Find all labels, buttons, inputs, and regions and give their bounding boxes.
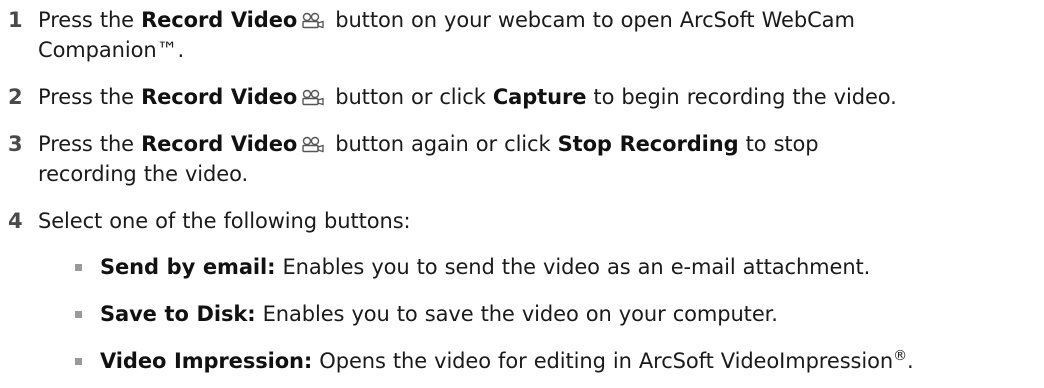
step-text-segment: recording the video. (38, 162, 249, 186)
bullet-icon (75, 311, 82, 318)
button-name-capture: Capture (492, 85, 587, 109)
registered-mark: ® (893, 348, 907, 364)
step-text-segment: Companion™. (38, 38, 185, 62)
step-text: Select one of the following buttons: (38, 209, 411, 233)
step-text-segment: button on your webcam to open ArcSoft We… (328, 8, 855, 32)
video-camera-icon (302, 136, 324, 153)
bullet-text: Send by email: Enables you to send the v… (100, 252, 1040, 282)
step-number: 3 (8, 132, 23, 156)
bullet-text: Save to Disk: Enables you to save the vi… (100, 299, 1040, 329)
bullet-term: Send by email: (100, 255, 276, 279)
bullet-icon (75, 358, 82, 365)
button-name-record-video: Record Video (141, 132, 298, 156)
step-number: 1 (8, 8, 23, 32)
bullet-description: Opens the video for editing in ArcSoft V… (312, 349, 894, 373)
step-text-segment: button or click (328, 85, 493, 109)
bullet-description: . (906, 349, 914, 373)
step-number: 4 (8, 209, 23, 233)
button-name-record-video: Record Video (141, 85, 298, 109)
bullet-description: Enables you to save the video on your co… (255, 302, 778, 326)
video-camera-icon (302, 12, 324, 29)
step-number: 2 (8, 85, 23, 109)
step-text-segment: to stop (738, 132, 819, 156)
bullet-term: Video Impression: (100, 349, 313, 373)
step-text: Press the Record Video button on your we… (38, 5, 1038, 65)
step-text: Press the Record Video button again or c… (38, 129, 1038, 189)
step-text-segment: Press the (38, 85, 142, 109)
button-name-record-video: Record Video (141, 8, 298, 32)
step-text-segment: to begin recording the video. (586, 85, 897, 109)
step-text-segment: Press the (38, 8, 142, 32)
bullet-term: Save to Disk: (100, 302, 256, 326)
step-text-segment: button again or click (328, 132, 558, 156)
instruction-document: 1 Press the Record Video button on your … (0, 0, 1044, 388)
step-text: Press the Record Video button or click C… (38, 82, 1038, 112)
bullet-icon (75, 264, 82, 271)
button-name-stop-recording: Stop Recording (557, 132, 739, 156)
bullet-text: Video Impression: Opens the video for ed… (100, 346, 1040, 376)
step-text-segment: Press the (38, 132, 142, 156)
video-camera-icon (302, 89, 324, 106)
bullet-description: Enables you to send the video as an e-ma… (275, 255, 871, 279)
